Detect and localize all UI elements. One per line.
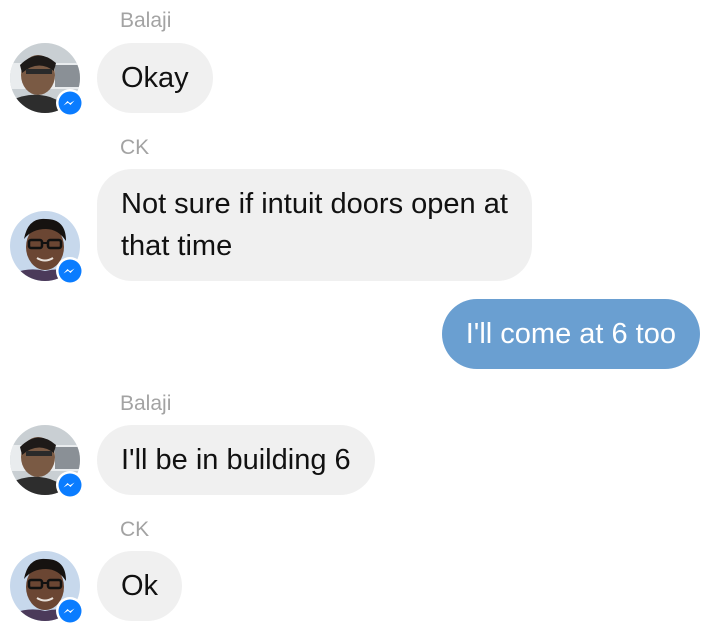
message-bubble[interactable]: Not sure if intuit doors open at that ti… — [97, 169, 532, 281]
sender-name-balaji: Balaji — [120, 9, 172, 32]
sender-name-balaji: Balaji — [120, 392, 172, 415]
outgoing-message-bubble[interactable]: I'll come at 6 too — [441, 299, 700, 369]
message-bubble[interactable]: Okay — [97, 43, 213, 113]
message-bubble[interactable]: Ok — [97, 551, 183, 621]
message-text: I'll come at 6 too — [465, 318, 676, 350]
messenger-icon — [56, 89, 84, 117]
message-text: I'll be in building 6 — [121, 444, 351, 476]
sender-name-ck: CK — [120, 136, 150, 159]
messenger-icon — [56, 597, 84, 625]
message-bubble[interactable]: I'll be in building 6 — [97, 425, 375, 495]
message-text-line: that time — [121, 230, 233, 262]
message-text: Okay — [121, 62, 189, 94]
message-text: Ok — [121, 570, 159, 602]
message-text-line: Not sure if intuit doors open at — [121, 188, 508, 220]
sender-name-ck: CK — [120, 518, 150, 541]
messenger-icon — [56, 471, 84, 499]
messenger-icon — [56, 257, 84, 285]
